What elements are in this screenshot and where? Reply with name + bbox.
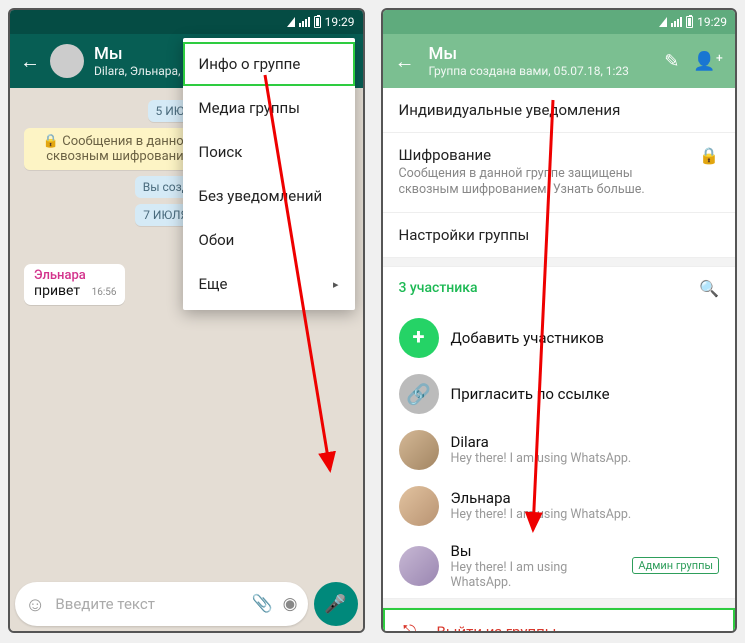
back-icon[interactable]: ← bbox=[395, 49, 415, 74]
input-bar: ☺ Введите текст 📎 ◉ 🎤 bbox=[15, 582, 358, 626]
row-label: Индивидуальные уведомления bbox=[399, 101, 621, 119]
group-info-header: ← Мы Группа создана вами, 05.07.18, 1:23… bbox=[383, 34, 736, 88]
attach-icon[interactable]: 📎 bbox=[251, 594, 272, 614]
row-label: Выйти из группы bbox=[437, 623, 557, 632]
status-bar: 19:29 bbox=[383, 10, 736, 34]
menu-label: Поиск bbox=[199, 143, 243, 161]
back-icon[interactable]: ← bbox=[20, 49, 40, 74]
status-time: 19:29 bbox=[697, 15, 727, 29]
menu-label: Еще bbox=[199, 275, 228, 293]
group-title: Мы bbox=[429, 44, 651, 64]
group-info-content: Индивидуальные уведомления Шифрование Со… bbox=[383, 88, 736, 631]
avatar bbox=[399, 430, 439, 470]
menu-group-media[interactable]: Медиа группы bbox=[183, 86, 355, 130]
group-avatar[interactable] bbox=[50, 44, 84, 78]
emoji-icon[interactable]: ☺ bbox=[25, 592, 45, 617]
participant-row[interactable]: Dilara Hey there! I am using WhatsApp. bbox=[383, 422, 736, 478]
admin-badge: Админ группы bbox=[632, 557, 719, 574]
wifi-icon bbox=[659, 17, 667, 27]
avatar bbox=[399, 546, 439, 586]
message-text: привет bbox=[34, 283, 80, 299]
mic-icon: 🎤 bbox=[324, 594, 346, 615]
menu-label: Медиа группы bbox=[199, 99, 300, 117]
row-label: Шифрование bbox=[399, 146, 690, 164]
wifi-icon bbox=[287, 17, 295, 27]
caret-right-icon: ▸ bbox=[333, 278, 339, 291]
exit-icon: ⎋ bbox=[399, 622, 421, 632]
overflow-menu: Инфо о группе Медиа группы Поиск Без уве… bbox=[183, 38, 355, 310]
row-label: Пригласить по ссылке bbox=[451, 385, 720, 403]
menu-more[interactable]: Еще ▸ bbox=[183, 262, 355, 306]
menu-mute[interactable]: Без уведомлений bbox=[183, 174, 355, 218]
status-time: 19:29 bbox=[325, 15, 355, 29]
participant-status: Hey there! I am using WhatsApp. bbox=[451, 451, 720, 466]
search-icon[interactable]: 🔍 bbox=[699, 279, 719, 298]
battery-icon bbox=[686, 16, 693, 28]
message-sender: Эльнара bbox=[34, 268, 117, 283]
participant-name: Эльнара bbox=[451, 489, 720, 507]
menu-wallpaper[interactable]: Обои bbox=[183, 218, 355, 262]
participant-status: Hey there! I am using WhatsApp. bbox=[451, 507, 720, 522]
section-gap bbox=[383, 257, 736, 267]
participants-header: 3 участника 🔍 bbox=[383, 267, 736, 310]
avatar bbox=[399, 486, 439, 526]
status-bar: 19:29 bbox=[10, 10, 363, 34]
participant-name: Dilara bbox=[451, 433, 720, 451]
row-individual-notifications[interactable]: Индивидуальные уведомления bbox=[383, 88, 736, 132]
menu-label: Инфо о группе bbox=[199, 55, 301, 73]
row-label: Добавить участников bbox=[451, 329, 720, 347]
header-title-block: Мы Группа создана вами, 05.07.18, 1:23 bbox=[429, 44, 651, 78]
menu-search[interactable]: Поиск bbox=[183, 130, 355, 174]
participant-status: Hey there! I am using WhatsApp. bbox=[451, 560, 621, 590]
menu-label: Без уведомлений bbox=[199, 187, 323, 205]
message-input[interactable]: ☺ Введите текст 📎 ◉ bbox=[15, 582, 308, 626]
participant-row[interactable]: Вы Hey there! I am using WhatsApp. Админ… bbox=[383, 534, 736, 598]
row-encryption[interactable]: Шифрование Сообщения в данной группе защ… bbox=[383, 133, 736, 212]
screen-chat: 19:29 ← Мы Dilara, Эльнара, Вы 5 ИЮЛЯ 20… bbox=[8, 8, 365, 633]
row-label: Настройки группы bbox=[399, 226, 530, 244]
participants-count: 3 участника bbox=[399, 280, 478, 296]
row-sublabel: Сообщения в данной группе защищены сквоз… bbox=[399, 166, 690, 199]
mic-button[interactable]: 🎤 bbox=[314, 582, 358, 626]
row-add-participants[interactable]: + Добавить участников bbox=[383, 310, 736, 366]
screen-group-info: 19:29 ← Мы Группа создана вами, 05.07.18… bbox=[381, 8, 738, 633]
section-gap bbox=[383, 598, 736, 608]
add-member-icon[interactable]: 👤⁺ bbox=[693, 51, 723, 72]
add-icon: + bbox=[399, 318, 439, 358]
row-leave-group[interactable]: ⎋ Выйти из группы bbox=[383, 608, 736, 632]
battery-icon bbox=[314, 16, 321, 28]
edit-icon[interactable]: ✎ bbox=[664, 51, 679, 72]
signal-icon bbox=[299, 17, 310, 27]
signal-icon bbox=[671, 17, 682, 27]
camera-icon[interactable]: ◉ bbox=[283, 594, 298, 614]
participant-row[interactable]: Эльнара Hey there! I am using WhatsApp. bbox=[383, 478, 736, 534]
menu-group-info[interactable]: Инфо о группе bbox=[183, 42, 355, 86]
row-invite-link[interactable]: 🔗 Пригласить по ссылке bbox=[383, 366, 736, 422]
link-icon: 🔗 bbox=[399, 374, 439, 414]
input-placeholder: Введите текст bbox=[55, 595, 241, 613]
message-incoming[interactable]: Эльнара привет 16:56 bbox=[24, 264, 125, 305]
row-group-settings[interactable]: Настройки группы bbox=[383, 213, 736, 257]
group-created: Группа создана вами, 05.07.18, 1:23 bbox=[429, 64, 651, 78]
participant-name: Вы bbox=[451, 542, 621, 560]
message-time: 16:56 bbox=[92, 287, 117, 298]
lock-icon: 🔒 bbox=[699, 146, 719, 165]
menu-label: Обои bbox=[199, 231, 235, 249]
